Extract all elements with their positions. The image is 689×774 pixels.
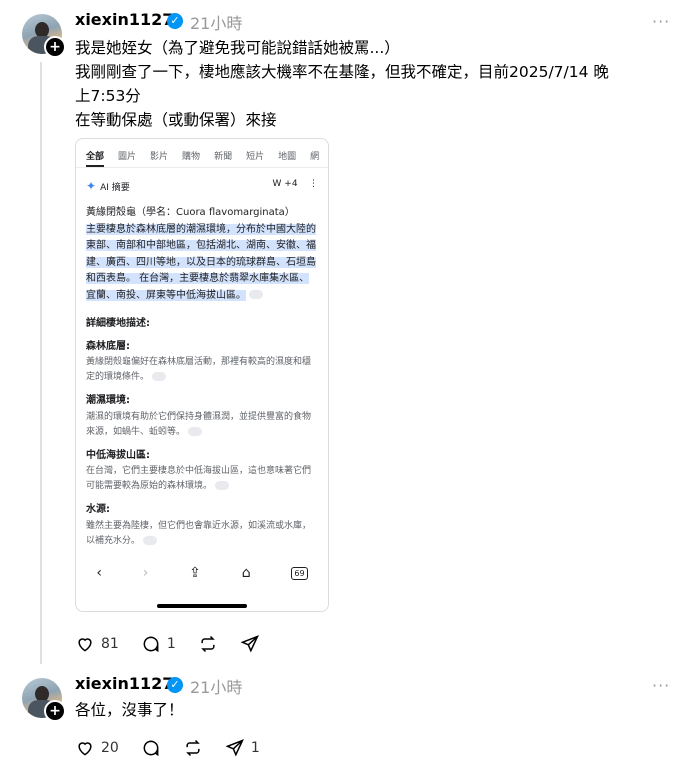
post-text-line-1: 我是她姪女（為了避免我可能說錯話她被罵...） xyxy=(75,39,400,57)
repost-icon xyxy=(186,739,200,757)
link-chip-icon xyxy=(152,372,167,381)
share-icon: ⇪ xyxy=(189,565,201,581)
home-indicator xyxy=(157,604,247,608)
comment-button[interactable] xyxy=(141,738,161,758)
follow-plus-icon[interactable]: + xyxy=(44,700,66,722)
post-text-line-4: 在等動保處（或動保署）來接 xyxy=(75,111,277,129)
comment-icon xyxy=(143,740,159,757)
ai-overview-label: AI 摘要 xyxy=(100,183,130,193)
more-options-icon[interactable]: ··· xyxy=(652,676,670,695)
username[interactable]: xiexin1127 xyxy=(75,10,173,29)
tabs-count-icon: 69 xyxy=(291,566,308,580)
detail-title: 詳細棲地描述: xyxy=(86,318,150,329)
repost-button[interactable] xyxy=(183,738,203,758)
link-chip-icon xyxy=(215,481,230,490)
section-text: 雖然主要為陸棲，但它們也會靠近水源，如溪流或水庫，以補充水分。 xyxy=(86,520,312,546)
repost-button[interactable] xyxy=(198,634,218,654)
post-time[interactable]: 21小時 xyxy=(190,674,242,698)
like-button[interactable]: 20 xyxy=(75,738,119,758)
ai-highlight: 主要棲息於森林底層的潮濕環境，分布於中國大陸的東部、南部和中部地區，包括湖北、湖… xyxy=(86,223,316,301)
tab-news: 新聞 xyxy=(214,152,233,162)
browser-toolbar: ‹ › ⇪ ⌂ 69 xyxy=(76,559,328,587)
post-text-line-2: 我剛剛查了一下，棲地應該大機率不在基隆，但我不確定，目前2025/7/14 晚 xyxy=(75,63,609,81)
ai-intro: 黃緣閉殼龜（學名：Cuora flavomarginata） xyxy=(86,207,295,218)
back-icon: ‹ xyxy=(96,565,102,581)
tab-videos: 影片 xyxy=(150,152,169,162)
search-tabs: 全部 圖片 影片 購物 新聞 短片 地圖 網 xyxy=(76,139,328,168)
tab-maps: 地圖 xyxy=(278,152,297,162)
share-button[interactable] xyxy=(240,634,260,654)
verified-badge-icon: ✓ xyxy=(167,677,183,693)
repost-icon xyxy=(200,635,215,653)
follow-plus-icon[interactable]: + xyxy=(44,36,66,58)
more-options-icon[interactable]: ··· xyxy=(652,12,670,31)
ai-sources: W +4 xyxy=(272,179,298,189)
section-text: 在台灣，它們主要棲息於中低海拔山區，這也意味著它們可能需要較為原始的森林環境。 xyxy=(86,466,312,491)
tab-web: 網 xyxy=(310,152,320,162)
post-text: 各位，沒事了！ xyxy=(75,701,184,719)
link-chip-icon xyxy=(249,290,263,299)
share-button[interactable]: 1 xyxy=(225,738,260,758)
tab-images: 圖片 xyxy=(118,152,137,162)
send-icon xyxy=(240,635,259,653)
like-button[interactable]: 81 xyxy=(75,634,119,654)
post-actions: 20 1 xyxy=(75,738,282,758)
post-text-line-3: 上7:53分 xyxy=(75,87,141,105)
section-text: 黃緣閉殼龜偏好在森林底層活動，那裡有較高的濕度和穩定的環境條件。 xyxy=(86,357,312,382)
username[interactable]: xiexin1127 xyxy=(75,674,173,693)
link-chip-icon xyxy=(143,535,158,545)
ai-menu-icon: ⋮ xyxy=(309,179,318,189)
attached-image[interactable]: 全部 圖片 影片 購物 新聞 短片 地圖 網 ✦ AI 摘要 W +4 ⋮ 黃緣閉… xyxy=(75,138,329,612)
section-title: 中低海拔山區: xyxy=(86,449,150,461)
ai-overview-header: ✦ AI 摘要 W +4 ⋮ xyxy=(86,179,318,193)
verified-badge-icon: ✓ xyxy=(167,13,183,29)
tab-all: 全部 xyxy=(86,149,105,167)
ai-overview-body: 黃緣閉殼龜（學名：Cuora flavomarginata） 主要棲息於森林底層… xyxy=(86,205,318,549)
section-title: 水源: xyxy=(86,504,110,515)
send-icon xyxy=(225,739,244,757)
heart-icon xyxy=(78,742,92,756)
post-time[interactable]: 21小時 xyxy=(190,10,242,34)
like-count: 20 xyxy=(101,740,119,756)
comment-icon xyxy=(143,636,159,653)
share-count: 1 xyxy=(250,740,260,756)
sparkle-icon: ✦ xyxy=(86,179,97,193)
heart-icon xyxy=(78,638,92,652)
tab-shorts: 短片 xyxy=(246,152,265,162)
post-actions: 81 1 xyxy=(75,634,282,654)
like-count: 81 xyxy=(101,636,119,652)
comment-count: 1 xyxy=(166,636,176,652)
section-title: 潮濕環境: xyxy=(86,395,130,406)
forward-icon: › xyxy=(142,565,149,581)
home-icon: ⌂ xyxy=(241,565,251,581)
thread-connector-line xyxy=(40,62,42,664)
tab-shopping: 購物 xyxy=(182,152,201,162)
comment-button[interactable]: 1 xyxy=(141,634,176,654)
section-title: 森林底層: xyxy=(86,340,130,352)
link-chip-icon xyxy=(188,426,203,436)
